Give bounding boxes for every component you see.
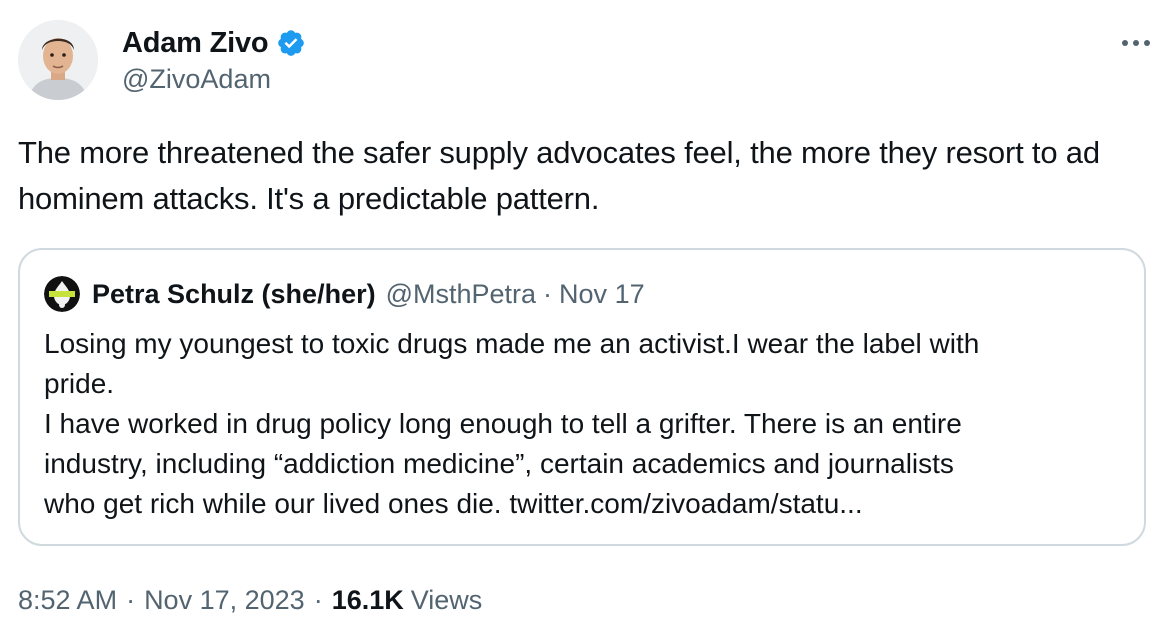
quoted-text-line: I have worked in drug policy long enough… <box>44 408 962 439</box>
quoted-tweet-card[interactable]: Petra Schulz (she/her) @MsthPetra · Nov … <box>18 248 1146 546</box>
tweet-body-text: The more threatened the safer supply adv… <box>18 135 1100 216</box>
avatar-photo-icon <box>18 20 98 100</box>
more-horizontal-icon <box>1122 40 1150 46</box>
quoted-avatar-logo-icon <box>44 276 80 312</box>
quoted-tweet-text: Losing my youngest to toxic drugs made m… <box>44 324 1124 524</box>
quoted-text-line: industry, including “addiction medicine”… <box>44 448 954 479</box>
author-handle[interactable]: @ZivoAdam <box>122 64 306 95</box>
tweet-header: Adam Zivo @ZivoAdam <box>18 20 1158 102</box>
views-count[interactable]: 16.1K <box>332 585 404 616</box>
tweet-date[interactable]: Nov 17, 2023 <box>144 585 305 616</box>
views-label[interactable]: Views <box>411 585 483 616</box>
quoted-separator-dot: · <box>543 278 553 309</box>
quoted-author-avatar[interactable] <box>44 276 80 312</box>
quoted-author-handle[interactable]: @MsthPetra <box>386 279 536 310</box>
quoted-text-line: pride. <box>44 368 115 399</box>
quoted-text-line: who get rich while our lived ones die. t… <box>44 488 863 519</box>
quoted-text-line: Losing my youngest to toxic drugs made m… <box>44 328 980 359</box>
quoted-author-display-name[interactable]: Petra Schulz (she/her) <box>92 279 376 310</box>
quoted-tweet-date[interactable]: Nov 17 <box>559 279 645 310</box>
tweet-time[interactable]: 8:52 AM <box>18 585 117 616</box>
author-avatar[interactable] <box>18 20 98 100</box>
tweet-footer-metadata: 8:52 AM · Nov 17, 2023 · 16.1K Views <box>18 580 482 620</box>
footer-separator-dot: · <box>126 584 136 615</box>
display-name-row: Adam Zivo <box>122 24 306 62</box>
author-display-name[interactable]: Adam Zivo <box>122 27 269 60</box>
author-info: Adam Zivo @ZivoAdam <box>122 24 306 95</box>
footer-separator-dot: · <box>313 584 323 615</box>
quoted-tweet-header: Petra Schulz (she/her) @MsthPetra · Nov … <box>44 274 645 314</box>
more-options-button[interactable] <box>1114 28 1158 58</box>
verified-badge-icon[interactable] <box>276 28 306 58</box>
